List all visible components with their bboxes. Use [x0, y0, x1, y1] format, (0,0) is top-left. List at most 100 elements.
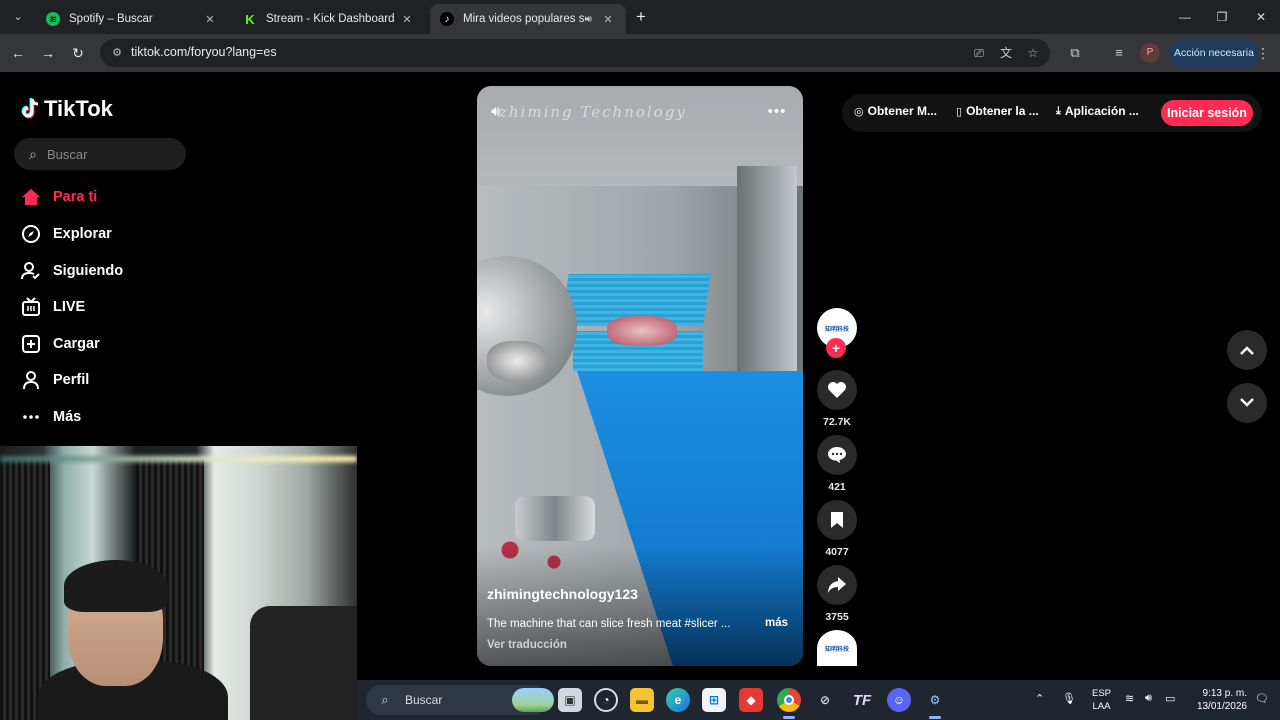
- kick-icon: K: [245, 11, 255, 27]
- bookmark-icon: [831, 512, 843, 528]
- more-icon: [20, 406, 42, 428]
- media-controls-icon[interactable]: ≡: [1109, 43, 1129, 63]
- tray-overflow-icon[interactable]: ⌃: [1035, 692, 1044, 705]
- close-tab-icon[interactable]: ✕: [399, 13, 415, 26]
- edge-icon[interactable]: e: [666, 688, 690, 712]
- tab-title: Spotify – Buscar: [69, 13, 153, 25]
- nav-siguiendo[interactable]: Siguiendo: [20, 257, 123, 285]
- action-required-button[interactable]: Acción necesaria: [1169, 39, 1259, 67]
- profile-avatar[interactable]: P: [1140, 43, 1160, 63]
- follow-button[interactable]: +: [826, 338, 846, 358]
- reload-icon[interactable]: ↻: [67, 42, 89, 64]
- translate-icon[interactable]: 文: [997, 45, 1015, 61]
- streamer: [38, 560, 228, 720]
- close-tab-icon[interactable]: ✕: [600, 13, 616, 26]
- address-bar[interactable]: ⚙ tiktok.com/foryou?lang=es ⎚ 文 ☆: [100, 39, 1050, 67]
- nav-cargar[interactable]: Cargar: [20, 330, 100, 358]
- comment-icon: [828, 447, 846, 463]
- nav-perfil[interactable]: Perfil: [20, 366, 89, 394]
- login-button[interactable]: Iniciar sesión: [1161, 100, 1253, 126]
- volume-icon[interactable]: 🔊︎: [1145, 692, 1152, 705]
- url-text[interactable]: tiktok.com/foryou?lang=es: [131, 45, 277, 59]
- tiktok-logo-icon: [21, 98, 39, 119]
- clock-time: 9:13 p. m.: [1202, 688, 1247, 699]
- nav-label: Cargar: [53, 336, 100, 352]
- tiktok-search[interactable]: ⌕: [14, 138, 186, 170]
- previous-video-button[interactable]: [1227, 330, 1267, 370]
- music-disc-avatar[interactable]: 知明科技: [817, 630, 857, 666]
- input-language[interactable]: ESP LAA: [1092, 687, 1111, 713]
- steam-icon[interactable]: ⚙: [923, 688, 947, 712]
- video-app-icon[interactable]: ◆: [739, 688, 763, 712]
- video-username[interactable]: zhimingtechnology123: [487, 586, 638, 602]
- download-app-button[interactable]: ⤓ Aplicación ...: [1056, 104, 1139, 118]
- video-player[interactable]: zhiming Technology 🔊︎ ••• zhimingtechnol…: [477, 86, 803, 666]
- discord-icon[interactable]: ☺: [887, 688, 911, 712]
- nav-mas[interactable]: Más: [20, 403, 81, 431]
- see-more-link[interactable]: más: [765, 617, 788, 629]
- volume-icon[interactable]: 🔊︎: [491, 102, 513, 122]
- bookmark-star-icon[interactable]: ☆: [1024, 45, 1042, 61]
- close-window-icon[interactable]: ✕: [1246, 6, 1276, 28]
- get-coins-button[interactable]: ◎ Obtener M...: [854, 104, 937, 118]
- search-input[interactable]: [47, 138, 177, 170]
- browser-toolbar: ← → ↻ ⚙ tiktok.com/foryou?lang=es ⎚ 文 ☆ …: [0, 34, 1280, 72]
- nav-label: Explorar: [53, 226, 112, 242]
- taskbar-search-label: Buscar: [405, 693, 443, 707]
- new-tab-button[interactable]: +: [632, 6, 650, 28]
- widgets-icon[interactable]: ◔: [594, 688, 618, 712]
- phone-icon: ▯: [956, 105, 963, 118]
- microphone-icon[interactable]: 🎙︎: [1062, 692, 1076, 705]
- restore-icon[interactable]: ❐: [1207, 6, 1237, 28]
- save-button[interactable]: [817, 500, 857, 540]
- video-description: The machine that can slice fresh meat #s…: [487, 618, 731, 630]
- extensions-icon[interactable]: ⧉: [1065, 43, 1085, 63]
- wifi-icon[interactable]: ≋: [1125, 692, 1134, 705]
- meat: [607, 316, 677, 346]
- get-app-button[interactable]: ▯ Obtener la ...: [956, 104, 1039, 118]
- next-video-button[interactable]: [1227, 383, 1267, 423]
- nav-live[interactable]: LIVE: [20, 293, 85, 321]
- tab-tiktok[interactable]: ♪ Mira videos populares sele 🔊︎ ✕: [430, 4, 626, 34]
- minimize-icon[interactable]: —: [1170, 6, 1200, 28]
- tf-app-icon[interactable]: TF: [850, 688, 874, 712]
- back-icon[interactable]: ←: [7, 42, 29, 64]
- video-watermark: zhiming Technology: [499, 103, 687, 121]
- nav-explorar[interactable]: Explorar: [20, 220, 112, 248]
- profile-icon: [20, 369, 42, 391]
- tab-title: Stream - Kick Dashboard: [266, 13, 395, 25]
- nav-label: Siguiendo: [53, 263, 124, 279]
- forward-icon[interactable]: →: [37, 42, 59, 64]
- file-explorer-icon[interactable]: ▬: [630, 688, 654, 712]
- nav-para-ti[interactable]: Para ti: [20, 183, 97, 211]
- tiktok-icon: ♪: [440, 12, 454, 26]
- tiktok-logo[interactable]: TikTok: [20, 96, 113, 122]
- tab-kick[interactable]: K Stream - Kick Dashboard ✕: [233, 4, 425, 34]
- system-clock[interactable]: 9:13 p. m. 13/01/2026: [1189, 687, 1247, 713]
- taskbar-search[interactable]: ⌕ Buscar: [366, 685, 554, 715]
- tab-spotify[interactable]: ≋ Spotify – Buscar ✕: [36, 4, 228, 34]
- browser-menu-icon[interactable]: ⋮: [1255, 43, 1271, 63]
- share-button[interactable]: [817, 565, 857, 605]
- share-icon: [828, 577, 846, 593]
- store-icon[interactable]: ⊞: [702, 688, 726, 712]
- install-app-icon[interactable]: ⎚: [970, 45, 988, 61]
- tab-search-menu-icon[interactable]: ⌄: [8, 7, 28, 27]
- chrome-icon[interactable]: [777, 688, 801, 712]
- battery-icon[interactable]: ▭: [1165, 692, 1175, 705]
- notifications-icon[interactable]: 🗨︎: [1255, 692, 1269, 705]
- following-icon: [20, 260, 42, 282]
- like-button[interactable]: [817, 370, 857, 410]
- logo-text: TikTok: [44, 96, 113, 121]
- site-info-icon[interactable]: ⚙: [108, 44, 126, 62]
- comment-button[interactable]: [817, 435, 857, 475]
- save-count: 4077: [825, 546, 849, 558]
- speaker-icon[interactable]: 🔊︎: [586, 14, 592, 25]
- nav-label: Para ti: [53, 189, 98, 205]
- close-tab-icon[interactable]: ✕: [202, 13, 218, 26]
- video-menu-icon[interactable]: •••: [766, 102, 788, 122]
- obs-icon[interactable]: ⊘: [813, 688, 837, 712]
- see-translation-link[interactable]: Ver traducción: [487, 639, 567, 651]
- task-view-icon[interactable]: ▣: [558, 688, 582, 712]
- clock-date: 13/01/2026: [1196, 701, 1247, 712]
